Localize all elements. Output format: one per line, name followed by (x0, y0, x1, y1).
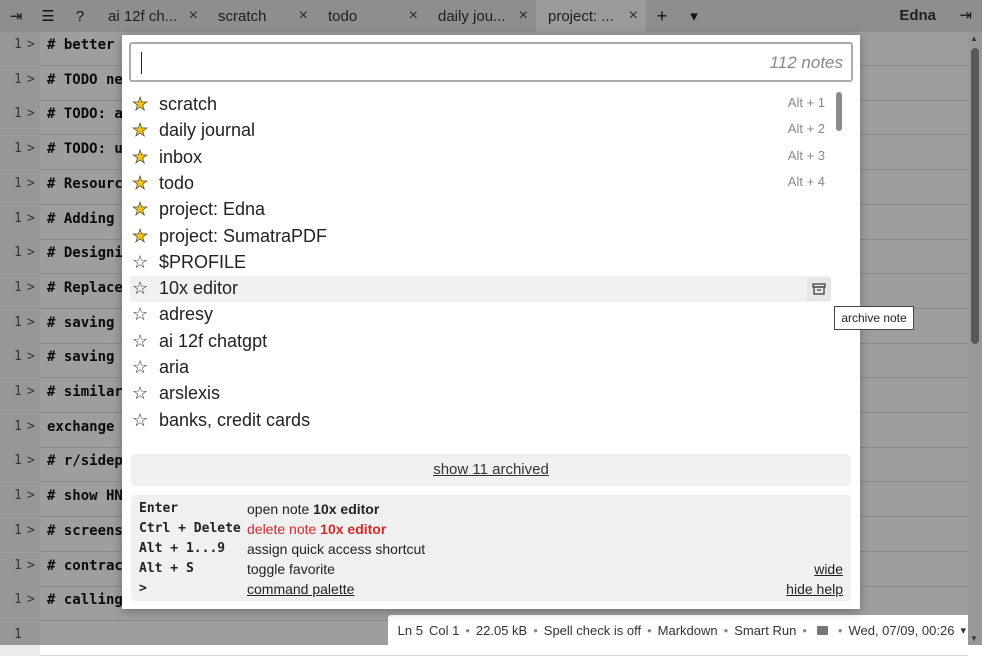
help-note-name: 10x editor (313, 501, 380, 517)
star-outline-icon[interactable]: ☆ (132, 409, 148, 431)
help-row-favorite: Alt + S toggle favorite wide (139, 559, 843, 579)
star-outline-icon[interactable]: ☆ (132, 356, 148, 378)
status-language[interactable]: Markdown (658, 623, 718, 638)
note-item[interactable]: ★ todo Alt + 4 (130, 171, 827, 197)
note-name: todo (159, 172, 195, 193)
help-row-shortcut: Alt + 1...9 assign quick access shortcut (139, 539, 843, 559)
archive-note-button[interactable] (807, 277, 831, 302)
search-box: 112 notes (129, 42, 853, 82)
note-shortcut: Alt + 1 (787, 95, 825, 110)
note-item[interactable]: ☆ adresy (130, 302, 827, 328)
note-item[interactable]: ☆ banks, credit cards (130, 408, 827, 434)
help-desc-text: open note (247, 501, 314, 517)
status-smart-run[interactable]: Smart Run (734, 623, 796, 638)
star-outline-icon[interactable]: ☆ (132, 303, 148, 325)
star-filled-icon[interactable]: ★ (132, 172, 149, 194)
hide-help-link[interactable]: hide help (786, 581, 843, 597)
star-outline-icon[interactable]: ☆ (132, 277, 148, 299)
note-name: banks, credit cards (159, 409, 311, 430)
note-item[interactable]: ★ scratch Alt + 1 (130, 92, 827, 118)
note-name: project: Edna (159, 199, 266, 220)
star-filled-icon[interactable]: ★ (132, 225, 149, 247)
status-separator: • (533, 622, 538, 638)
note-name: aria (159, 357, 190, 377)
note-selector-dialog: 112 notes ★ scratch Alt + 1 ★ daily journal A… (122, 35, 860, 609)
star-filled-icon[interactable]: ★ (132, 198, 149, 220)
help-desc: assign quick access shortcut (247, 541, 426, 557)
help-desc-text: delete note (247, 521, 321, 537)
star-filled-icon[interactable]: ★ (132, 119, 149, 141)
command-palette-link[interactable]: command palette (247, 581, 354, 597)
note-item[interactable]: ★ project: Edna (130, 197, 827, 223)
status-separator: • (802, 622, 807, 638)
status-line[interactable]: Ln 5 (398, 623, 423, 638)
status-size: 22.05 kB (475, 622, 528, 638)
help-desc: toggle favorite (247, 561, 335, 577)
note-name: inbox (159, 146, 203, 167)
star-filled-icon[interactable]: ★ (132, 146, 149, 168)
note-item[interactable]: ☆ aria (130, 355, 827, 381)
help-note-name: 10x editor (320, 521, 387, 537)
status-separator: • (837, 622, 843, 638)
status-col[interactable]: Col 1 (429, 623, 459, 638)
show-archived-bar: show 11 archived (131, 454, 851, 486)
note-name: project: SumatraPDF (159, 225, 328, 246)
help-key: Enter (139, 501, 179, 516)
help-row-delete: Ctrl + Delete delete note 10x editor (139, 519, 843, 539)
note-shortcut: Alt + 2 (787, 121, 825, 137)
help-row-command-palette: > command palette hide help (139, 579, 843, 599)
note-name: ai 12f chatgpt (159, 330, 268, 351)
note-shortcut: Alt + 3 (787, 147, 825, 163)
note-name: daily journal (159, 120, 256, 141)
note-name: scratch (159, 94, 218, 114)
status-menu-icon[interactable]: ▾ (960, 624, 966, 637)
wide-toggle-link[interactable]: wide (814, 561, 843, 577)
note-search-input[interactable] (139, 44, 743, 82)
status-separator: • (723, 622, 729, 638)
note-item[interactable]: ☆ 10x editor (130, 276, 831, 303)
note-item[interactable]: ☆ arslexis (130, 381, 827, 407)
note-item[interactable]: ★ daily journal Alt + 2 (130, 118, 827, 144)
help-desc: delete note 10x editor (247, 521, 386, 537)
note-name: arslexis (159, 383, 221, 404)
note-list-scrollbar-thumb[interactable] (836, 92, 842, 131)
help-key: Alt + S (139, 561, 194, 576)
status-spellcheck[interactable]: Spell check is off (544, 623, 641, 638)
note-item[interactable]: ★ project: SumatraPDF (130, 224, 827, 250)
note-name: $PROFILE (159, 251, 247, 272)
note-item[interactable]: ★ inbox Alt + 3 (130, 145, 827, 171)
star-outline-icon[interactable]: ☆ (132, 330, 148, 352)
note-item[interactable]: ☆ $PROFILE (130, 250, 827, 276)
help-panel: Enter open note 10x editor Ctrl + Delete… (131, 495, 851, 601)
star-outline-icon[interactable]: ☆ (132, 382, 148, 404)
star-outline-icon[interactable]: ☆ (132, 251, 148, 273)
help-desc: open note 10x editor (247, 501, 379, 517)
note-count: 112 notes (769, 53, 843, 72)
help-row-enter: Enter open note 10x editor (139, 499, 843, 519)
status-datetime: Wed, 07/09, 00:26 (848, 622, 955, 638)
star-filled-icon[interactable]: ★ (132, 93, 149, 115)
help-key: > (139, 581, 147, 596)
help-key: Ctrl + Delete (139, 521, 241, 536)
note-name: adresy (159, 304, 214, 325)
text-caret (141, 52, 142, 74)
note-shortcut: Alt + 4 (787, 173, 825, 189)
note-item[interactable]: ☆ ai 12f chatgpt (130, 329, 827, 355)
archive-note-tooltip: archive note (834, 306, 914, 330)
status-bar: Ln 5 Col 1 • 22.05 kB • Spell check is o… (387, 615, 968, 645)
archive-icon (812, 283, 826, 295)
note-name: 10x editor (159, 278, 239, 299)
format-icon[interactable] (816, 625, 828, 635)
show-archived-link[interactable]: show 11 archived (433, 461, 549, 478)
status-separator: • (647, 622, 652, 638)
help-key: Alt + 1...9 (139, 541, 226, 556)
status-separator: • (465, 622, 470, 638)
